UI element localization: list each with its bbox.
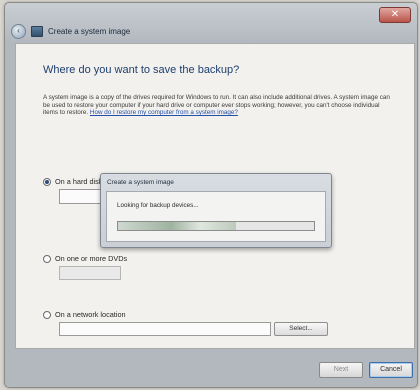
cancel-button[interactable]: Cancel xyxy=(369,362,413,378)
select-network-button[interactable]: Select... xyxy=(274,322,328,336)
title-bar: ‹ Create a system image xyxy=(11,21,411,41)
network-radio[interactable] xyxy=(43,310,51,319)
dvd-radio[interactable] xyxy=(43,254,51,263)
progress-bar-fill xyxy=(118,222,236,230)
next-button[interactable]: Next xyxy=(319,362,363,378)
back-arrow-icon[interactable]: ‹ xyxy=(11,23,26,39)
network-label: On a network location xyxy=(55,310,126,319)
page-description: A system image is a copy of the drives r… xyxy=(43,94,393,117)
progress-dialog: Create a system image Looking for backup… xyxy=(100,173,332,248)
dvd-label: On one or more DVDs xyxy=(55,254,128,263)
option-dvd[interactable]: On one or more DVDs xyxy=(43,254,127,263)
dialog-message: Looking for backup devices... xyxy=(117,202,199,209)
option-hard-disk[interactable]: On a hard disk xyxy=(43,177,102,186)
system-image-icon xyxy=(31,25,43,37)
restore-help-link[interactable]: How do I restore my computer from a syst… xyxy=(90,109,238,116)
dvd-dropdown xyxy=(59,266,121,280)
progress-bar xyxy=(117,221,315,231)
page-title: Where do you want to save the backup? xyxy=(43,64,240,76)
option-network[interactable]: On a network location xyxy=(43,310,126,319)
dialog-title: Create a system image xyxy=(107,179,174,186)
network-location-input[interactable] xyxy=(59,322,271,336)
breadcrumb: Create a system image xyxy=(48,26,131,36)
wizard-footer: Next Cancel xyxy=(15,348,413,382)
dialog-body: Looking for backup devices... xyxy=(106,191,326,242)
hard-disk-label: On a hard disk xyxy=(55,177,103,186)
hard-disk-radio[interactable] xyxy=(43,177,51,186)
